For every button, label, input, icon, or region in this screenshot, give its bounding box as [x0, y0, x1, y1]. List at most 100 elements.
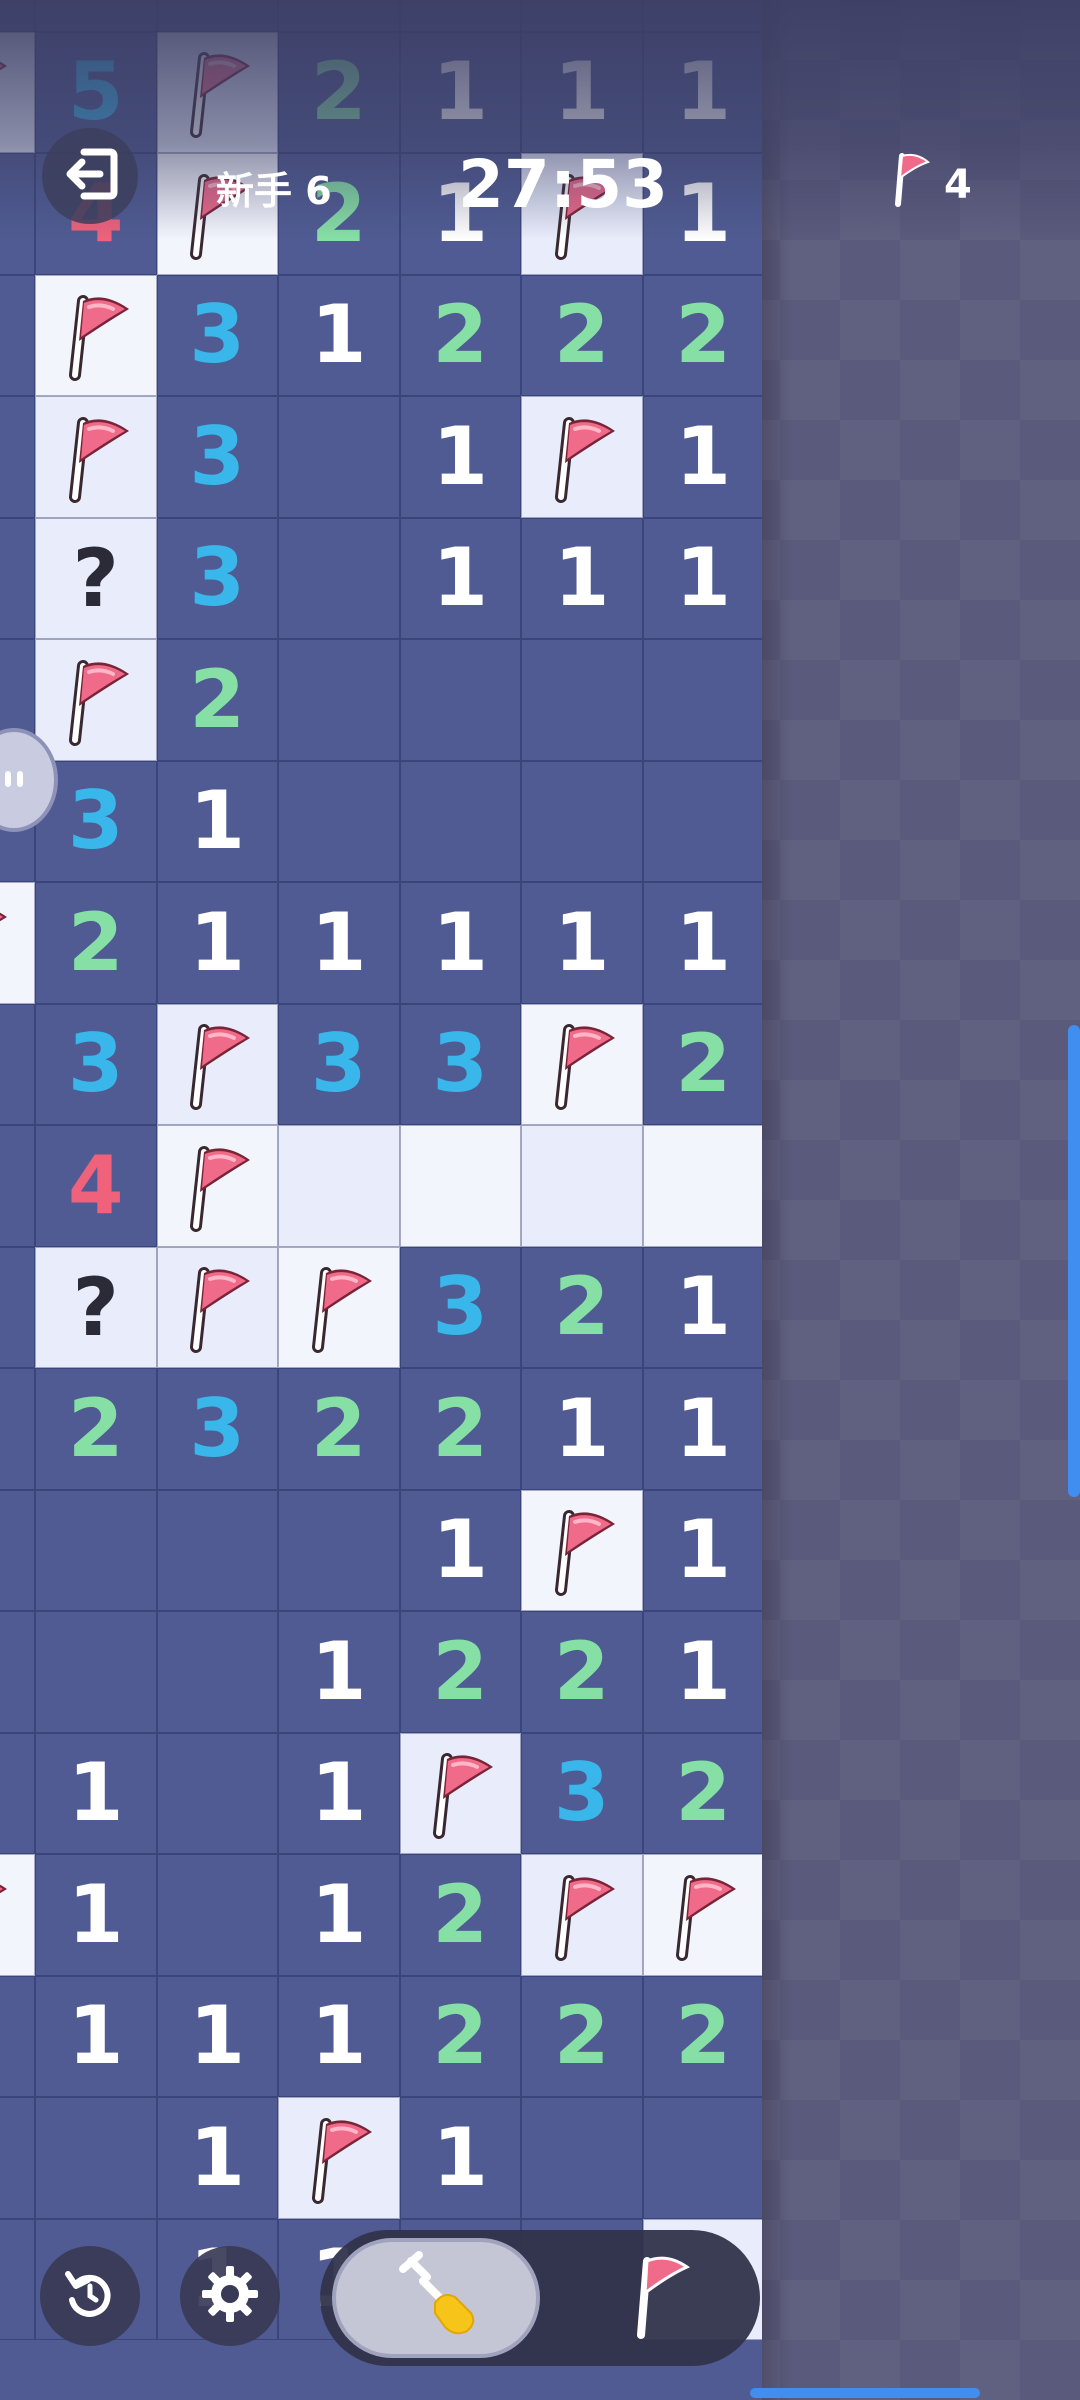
number-cell[interactable]: 1	[642, 1489, 762, 1611]
number-cell[interactable]: 2	[642, 1003, 762, 1125]
empty-cell[interactable]	[0, 1489, 35, 1611]
number-cell[interactable]: 2	[521, 1246, 643, 1368]
empty-cell[interactable]	[156, 1611, 278, 1733]
scroll-indicator[interactable]	[1068, 1025, 1080, 1497]
dig-mode-button[interactable]	[332, 2238, 540, 2358]
number-cell[interactable]: 3	[156, 1368, 278, 1490]
flagged-cell[interactable]	[521, 1489, 643, 1611]
number-cell[interactable]: 1	[35, 1732, 157, 1854]
empty-cell[interactable]	[521, 760, 643, 882]
empty-cell[interactable]	[521, 2097, 643, 2219]
number-cell[interactable]: 1	[399, 882, 521, 1004]
number-cell[interactable]: 2	[399, 1854, 521, 1976]
number-cell[interactable]: 2	[399, 1611, 521, 1733]
number-cell[interactable]: 2	[521, 1611, 643, 1733]
flagged-cell[interactable]	[642, 1854, 762, 1976]
flagged-cell[interactable]	[278, 1246, 400, 1368]
empty-cell[interactable]	[156, 1854, 278, 1976]
empty-cell[interactable]	[0, 2097, 35, 2219]
number-cell[interactable]: 3	[35, 1003, 157, 1125]
flagged-cell[interactable]	[35, 639, 157, 761]
flagged-cell[interactable]	[156, 1003, 278, 1125]
flagged-cell[interactable]	[0, 1854, 35, 1976]
unrevealed-cell[interactable]	[642, 1125, 762, 1247]
empty-cell[interactable]	[278, 760, 400, 882]
empty-cell[interactable]	[0, 1368, 35, 1490]
number-cell[interactable]: 1	[278, 1854, 400, 1976]
empty-cell[interactable]	[642, 760, 762, 882]
flagged-cell[interactable]	[399, 1732, 521, 1854]
empty-cell[interactable]	[399, 639, 521, 761]
number-cell[interactable]: 1	[156, 882, 278, 1004]
flagged-cell[interactable]	[521, 1854, 643, 1976]
number-cell[interactable]: 1	[642, 1368, 762, 1490]
number-cell[interactable]: 1	[521, 517, 643, 639]
minesweeper-board[interactable]: 322152111421131222311?311123121111133324…	[0, 0, 762, 2400]
number-cell[interactable]: 1	[278, 274, 400, 396]
number-cell[interactable]: 1	[278, 1975, 400, 2097]
empty-cell[interactable]	[642, 639, 762, 761]
number-cell[interactable]: 3	[156, 274, 278, 396]
number-cell[interactable]: 3	[156, 517, 278, 639]
number-cell[interactable]: 1	[156, 2097, 278, 2219]
number-cell[interactable]: 2	[399, 1368, 521, 1490]
number-cell[interactable]: 2	[399, 1975, 521, 2097]
flagged-cell[interactable]	[156, 1125, 278, 1247]
number-cell[interactable]: 1	[642, 1611, 762, 1733]
empty-cell[interactable]	[0, 1003, 35, 1125]
number-cell[interactable]: 3	[399, 1246, 521, 1368]
empty-cell[interactable]	[156, 1489, 278, 1611]
number-cell[interactable]: 1	[156, 1975, 278, 2097]
empty-cell[interactable]	[0, 396, 35, 518]
unrevealed-cell[interactable]	[278, 1125, 400, 1247]
flagged-cell[interactable]	[35, 396, 157, 518]
number-cell[interactable]: 1	[642, 517, 762, 639]
number-cell[interactable]: 1	[399, 2097, 521, 2219]
empty-cell[interactable]	[642, 2097, 762, 2219]
number-cell[interactable]: 3	[399, 1003, 521, 1125]
number-cell[interactable]: 1	[278, 882, 400, 1004]
unrevealed-cell[interactable]	[399, 1125, 521, 1247]
number-cell[interactable]: 1	[399, 1489, 521, 1611]
flagged-cell[interactable]	[521, 1003, 643, 1125]
number-cell[interactable]: 1	[521, 1368, 643, 1490]
number-cell[interactable]: 2	[399, 274, 521, 396]
empty-cell[interactable]	[35, 1611, 157, 1733]
empty-cell[interactable]	[0, 517, 35, 639]
empty-cell[interactable]	[278, 1489, 400, 1611]
mode-toggle[interactable]	[320, 2230, 760, 2366]
number-cell[interactable]: 1	[35, 1975, 157, 2097]
number-cell[interactable]: 1	[399, 396, 521, 518]
flagged-cell[interactable]	[278, 2097, 400, 2219]
question-cell[interactable]: ?	[35, 1246, 157, 1368]
number-cell[interactable]: 1	[642, 1246, 762, 1368]
empty-cell[interactable]	[521, 639, 643, 761]
empty-cell[interactable]	[399, 760, 521, 882]
number-cell[interactable]: 1	[35, 1854, 157, 1976]
flag-mode-button[interactable]	[570, 2238, 750, 2358]
flagged-cell[interactable]	[0, 882, 35, 1004]
number-cell[interactable]: 1	[521, 882, 643, 1004]
number-cell[interactable]: 1	[156, 760, 278, 882]
number-cell[interactable]: 1	[278, 1611, 400, 1733]
empty-cell[interactable]	[156, 1732, 278, 1854]
number-cell[interactable]: 2	[521, 274, 643, 396]
number-cell[interactable]: 3	[521, 1732, 643, 1854]
empty-cell[interactable]	[0, 1975, 35, 2097]
number-cell[interactable]: 1	[642, 396, 762, 518]
number-cell[interactable]: 2	[642, 1732, 762, 1854]
empty-cell[interactable]	[278, 639, 400, 761]
question-cell[interactable]: ?	[35, 517, 157, 639]
flagged-cell[interactable]	[521, 396, 643, 518]
number-cell[interactable]: 2	[642, 1975, 762, 2097]
empty-cell[interactable]	[278, 517, 400, 639]
number-cell[interactable]: 2	[278, 1368, 400, 1490]
settings-button[interactable]	[180, 2246, 280, 2346]
number-cell[interactable]: 1	[642, 882, 762, 1004]
unrevealed-cell[interactable]	[521, 1125, 643, 1247]
empty-cell[interactable]	[0, 1125, 35, 1247]
empty-cell[interactable]	[0, 1246, 35, 1368]
number-cell[interactable]: 4	[35, 1125, 157, 1247]
restart-button[interactable]	[40, 2246, 140, 2346]
empty-cell[interactable]	[0, 1611, 35, 1733]
